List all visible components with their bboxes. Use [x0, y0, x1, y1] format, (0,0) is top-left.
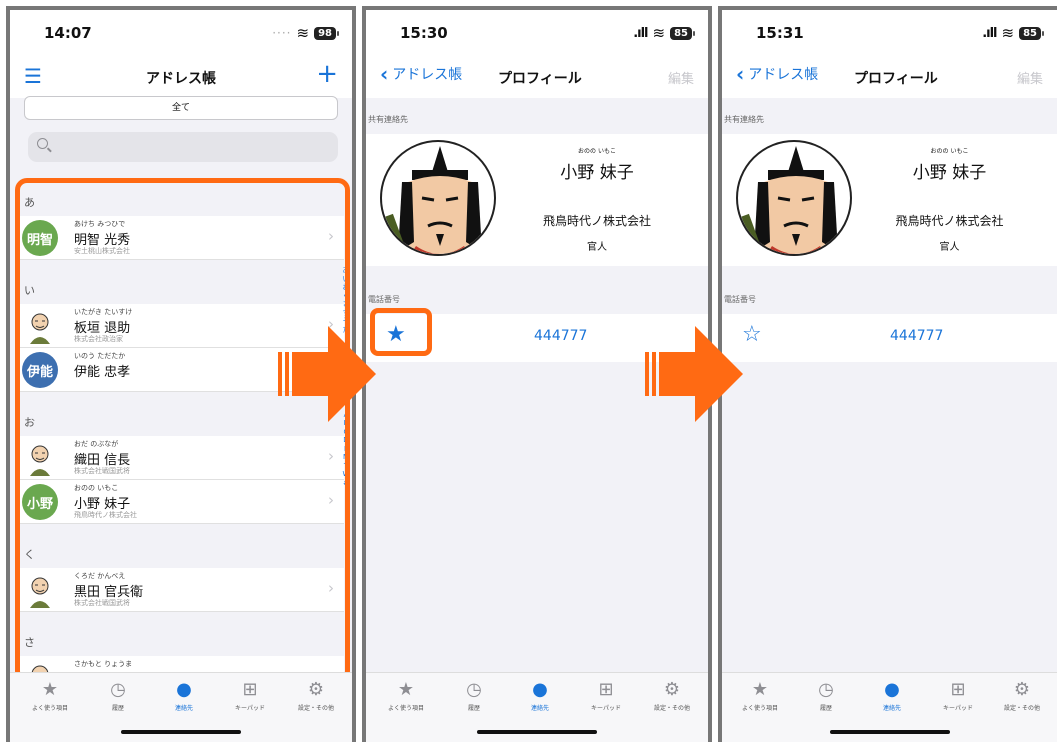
person-icon: ● [884, 679, 900, 700]
tab-history[interactable]: ◷ 履歴 [444, 679, 504, 712]
tab-favorites[interactable]: ★ よく使う項目 [730, 679, 790, 712]
keypad-icon: ⊞ [242, 679, 258, 700]
gear-icon: ⚙ [1013, 679, 1031, 700]
group-filter-button[interactable]: 全て [24, 96, 338, 120]
wifi-icon: ≋ [296, 24, 310, 42]
clock-icon: ◷ [110, 679, 126, 700]
tab-bar: ★ よく使う項目 ◷ 履歴 ● 連絡先 ⊞ キーパッド ⚙ 設定・その他 [10, 672, 352, 742]
tab-history[interactable]: ◷ 履歴 [88, 679, 148, 712]
phone-number-label: 電話番号 [368, 295, 400, 304]
tab-bar: ★ よく使う項目 ◷ 履歴 ● 連絡先 ⊞ キーパッド ⚙ 設定・その他 [366, 672, 708, 742]
profile-card: おのの いもこ 小野 妹子 飛鳥時代ノ株式会社 官人 [722, 134, 1057, 266]
edit-button[interactable]: 編集 [1017, 68, 1043, 87]
edit-button[interactable]: 編集 [668, 68, 694, 87]
profile-name: 小野 妹子 [560, 163, 634, 183]
nav-bar: ‹ アドレス帳 プロフィール 編集 [366, 56, 708, 98]
search-icon [37, 138, 48, 149]
tab-settings[interactable]: ⚙ 設定・その他 [992, 679, 1052, 712]
profile-job-title: 官人 [587, 242, 607, 253]
profile-name: 小野 妹子 [912, 163, 987, 183]
tab-settings[interactable]: ⚙ 設定・その他 [286, 679, 346, 712]
profile-kana: おのの いもこ [930, 148, 969, 155]
profile-company: 飛鳥時代ノ株式会社 [542, 214, 651, 228]
battery-icon: 85 [670, 26, 695, 40]
tab-contacts[interactable]: ● 連絡先 [154, 679, 214, 712]
add-contact-icon[interactable]: + [316, 59, 338, 89]
star-icon: ★ [41, 679, 59, 700]
phone-number-label: 電話番号 [724, 295, 756, 304]
signal-icon: .ıll [982, 25, 997, 41]
keypad-icon: ⊞ [950, 679, 966, 700]
profile-photo [380, 140, 496, 256]
highlight-box [15, 178, 350, 683]
gear-icon: ⚙ [307, 679, 325, 700]
person-icon: ● [532, 679, 548, 700]
back-button[interactable]: ‹ アドレス帳 [736, 64, 818, 84]
tab-contacts[interactable]: ● 連絡先 [862, 679, 922, 712]
nav-bar: ‹ アドレス帳 プロフィール 編集 [722, 56, 1057, 98]
profile-card: おのの いもこ 小野 妹子 飛鳥時代ノ株式会社 官人 [366, 134, 708, 266]
star-icon: ★ [397, 679, 415, 700]
battery-icon: 85 [1019, 26, 1044, 40]
tab-favorites[interactable]: ★ よく使う項目 [376, 679, 436, 712]
signal-dots-icon: ···· [272, 26, 292, 40]
tab-keypad[interactable]: ⊞ キーパッド [928, 679, 988, 712]
profile-company: 飛鳥時代ノ株式会社 [895, 214, 1004, 228]
phone-number[interactable]: 444777 [534, 328, 587, 344]
chevron-left-icon: ‹ [380, 62, 389, 86]
status-time: 14:07 [44, 24, 92, 42]
keypad-icon: ⊞ [598, 679, 614, 700]
back-button[interactable]: ‹ アドレス帳 [380, 64, 462, 84]
next-step-arrow-icon [645, 326, 743, 422]
tab-history[interactable]: ◷ 履歴 [796, 679, 856, 712]
clock-icon: ◷ [818, 679, 834, 700]
status-bar: 15:31 .ıll ≋ 85 [722, 10, 1057, 56]
gear-icon: ⚙ [663, 679, 681, 700]
nav-bar: ☰ アドレス帳 + [10, 56, 352, 98]
page-title: アドレス帳 [146, 71, 216, 87]
next-step-arrow-icon [278, 326, 376, 422]
star-icon: ★ [751, 679, 769, 700]
tab-settings[interactable]: ⚙ 設定・その他 [642, 679, 702, 712]
wifi-icon: ≋ [1001, 24, 1015, 42]
shared-contact-label: 共有連絡先 [368, 115, 408, 124]
chevron-left-icon: ‹ [736, 62, 745, 86]
profile-photo [736, 140, 852, 256]
phone-number[interactable]: 444777 [890, 328, 943, 344]
shared-contact-label: 共有連絡先 [724, 115, 764, 124]
phone-number-row[interactable]: ☆ 444777 [722, 314, 1057, 362]
clock-icon: ◷ [466, 679, 482, 700]
profile-kana: おのの いもこ [578, 148, 616, 155]
status-time: 15:30 [400, 24, 448, 42]
profile-job-title: 官人 [939, 242, 960, 253]
person-icon: ● [176, 679, 192, 700]
tab-keypad[interactable]: ⊞ キーパッド [576, 679, 636, 712]
home-indicator [829, 730, 950, 734]
profile-screen-unfavorited: 15:31 .ıll ≋ 85 ‹ アドレス帳 プロフィール 編集 共有連絡先 [718, 6, 1057, 742]
tab-keypad[interactable]: ⊞ キーパッド [220, 679, 280, 712]
search-input[interactable] [28, 132, 338, 162]
tab-bar: ★ よく使う項目 ◷ 履歴 ● 連絡先 ⊞ キーパッド ⚙ 設定・その他 [722, 672, 1057, 742]
page-title: プロフィール [498, 71, 582, 87]
signal-icon: .ıll [633, 25, 648, 41]
battery-icon: 98 [314, 26, 339, 40]
status-time: 15:31 [756, 24, 804, 42]
page-title: プロフィール [854, 71, 938, 87]
status-bar: 14:07 ···· ≋ 98 [10, 10, 352, 56]
wifi-icon: ≋ [652, 24, 666, 42]
highlight-box [370, 308, 432, 356]
home-indicator [477, 730, 597, 734]
tab-favorites[interactable]: ★ よく使う項目 [20, 679, 80, 712]
status-bar: 15:30 .ıll ≋ 85 [366, 10, 708, 56]
home-indicator [121, 730, 241, 734]
tab-contacts[interactable]: ● 連絡先 [510, 679, 570, 712]
